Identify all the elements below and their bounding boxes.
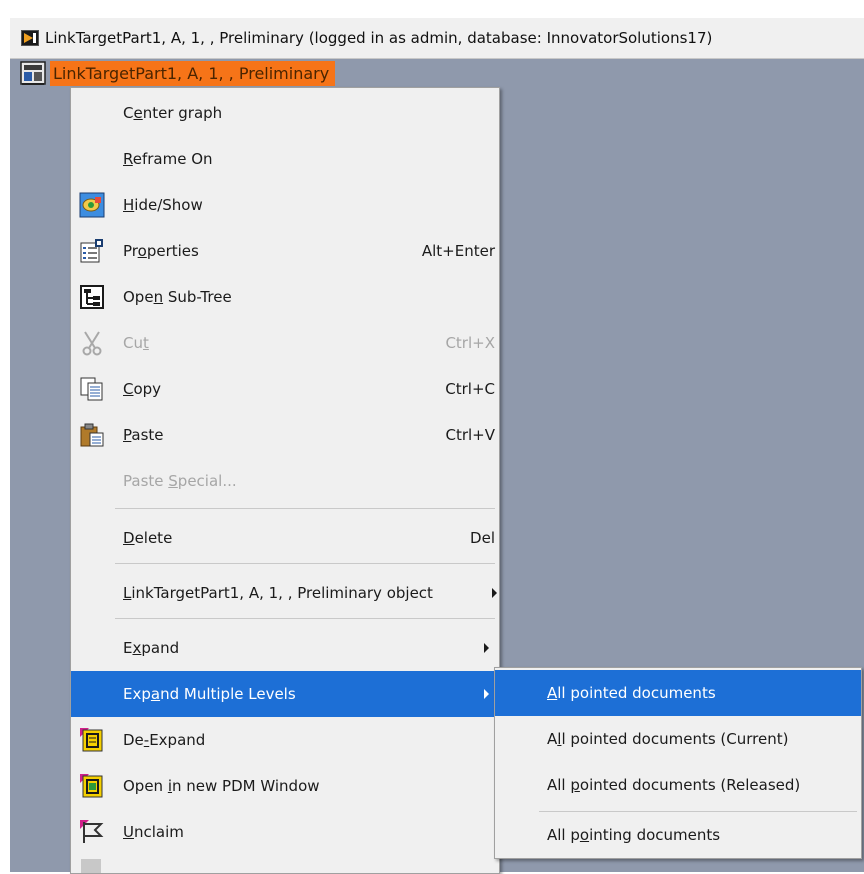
menu-item-delete[interactable]: Delete Del [71, 515, 499, 561]
menu-item-shortcut: Del [470, 529, 495, 547]
menu-item-label: De-Expand [123, 731, 206, 749]
menu-item-label: Paste Special... [123, 472, 237, 490]
app-icon [21, 30, 39, 46]
menu-item-label: Unclaim [123, 823, 184, 841]
menu-item-label: Properties [123, 242, 199, 260]
menu-item-shortcut: Ctrl+C [445, 380, 495, 398]
part-icon [20, 60, 46, 86]
hide-show-icon [79, 192, 105, 218]
submenu-item-label: All pointing documents [547, 826, 721, 844]
menu-item-expand[interactable]: Expand [71, 625, 499, 671]
menu-item-label: Reframe On [123, 150, 213, 168]
expand-multiple-levels-submenu: All pointed documents All pointed docume… [494, 667, 862, 859]
menu-separator [115, 618, 495, 619]
submenu-item-all-pointed-documents[interactable]: All pointed documents [495, 670, 861, 716]
pdm-window-icon [79, 773, 105, 799]
menu-item-open-sub-tree[interactable]: Open Sub-Tree [71, 274, 499, 320]
menu-item-object-submenu[interactable]: LinkTargetPart1, A, 1, , Preliminary obj… [71, 570, 499, 616]
menu-item-label: Open in new PDM Window [123, 777, 320, 795]
submenu-arrow-icon [484, 643, 489, 653]
window-title-bar: LinkTargetPart1, A, 1, , Preliminary (lo… [10, 18, 864, 59]
tree-node-label[interactable]: LinkTargetPart1, A, 1, , Preliminary [50, 60, 336, 86]
menu-item-label: Open Sub-Tree [123, 288, 232, 306]
menu-item-label: LinkTargetPart1, A, 1, , Preliminary obj… [123, 584, 433, 602]
menu-item-label: Copy [123, 380, 162, 398]
menu-item-paste-special: Paste Special... [71, 458, 499, 504]
menu-item-center-graph[interactable]: Center graph [71, 90, 499, 136]
menu-item-label: Expand [123, 639, 180, 657]
menu-item-properties[interactable]: Properties Alt+Enter [71, 228, 499, 274]
menu-item-paste[interactable]: Paste Ctrl+V [71, 412, 499, 458]
menu-item-hide-show[interactable]: Hide/Show [71, 182, 499, 228]
menu-item-label: Delete [123, 529, 173, 547]
paste-icon [79, 422, 105, 448]
menu-item-reframe-on[interactable]: Reframe On [71, 136, 499, 182]
submenu-arrow-icon [492, 588, 497, 598]
copy-icon [79, 376, 105, 402]
submenu-item-label: All pointed documents [547, 684, 716, 702]
menu-item-unclaim[interactable]: Unclaim [71, 809, 499, 855]
menu-separator [115, 563, 495, 564]
tree-node-row[interactable]: LinkTargetPart1, A, 1, , Preliminary [10, 58, 336, 88]
menu-item-shortcut: Alt+Enter [421, 242, 495, 260]
menu-item-label: Cut [123, 334, 149, 352]
submenu-arrow-icon [484, 689, 489, 699]
menu-item-expand-multiple-levels[interactable]: Expand Multiple Levels [71, 671, 499, 717]
tree-icon [79, 284, 105, 310]
menu-item-copy[interactable]: Copy Ctrl+C [71, 366, 499, 412]
submenu-item-all-pointed-current[interactable]: All pointed documents (Current) [495, 716, 861, 762]
menu-item-label: Hide/Show [123, 196, 203, 214]
flag-icon [79, 819, 105, 845]
menu-item-de-expand[interactable]: De-Expand [71, 717, 499, 763]
de-expand-icon [79, 727, 105, 753]
submenu-item-all-pointed-released[interactable]: All pointed documents (Released) [495, 762, 861, 808]
properties-icon [79, 238, 105, 264]
submenu-item-label: All pointed documents (Current) [547, 730, 789, 748]
left-panel-edge [0, 18, 10, 523]
menu-item-cut: Cut Ctrl+X [71, 320, 499, 366]
submenu-item-label: All pointed documents (Released) [547, 776, 801, 794]
menu-item-cut-off [71, 855, 499, 873]
context-menu: Center graph Reframe On Hide/Show Proper… [70, 87, 500, 874]
faded-icon [79, 857, 105, 873]
submenu-item-all-pointing-documents[interactable]: All pointing documents [495, 812, 861, 858]
menu-item-open-pdm-window[interactable]: Open in new PDM Window [71, 763, 499, 809]
menu-item-label: Paste [123, 426, 164, 444]
window-title: LinkTargetPart1, A, 1, , Preliminary (lo… [45, 29, 713, 47]
scissors-icon [79, 330, 105, 356]
menu-item-label: Expand Multiple Levels [123, 685, 296, 703]
menu-item-shortcut: Ctrl+X [445, 334, 495, 352]
menu-separator [115, 508, 495, 509]
menu-item-label: Center graph [123, 104, 223, 122]
menu-item-shortcut: Ctrl+V [445, 426, 495, 444]
